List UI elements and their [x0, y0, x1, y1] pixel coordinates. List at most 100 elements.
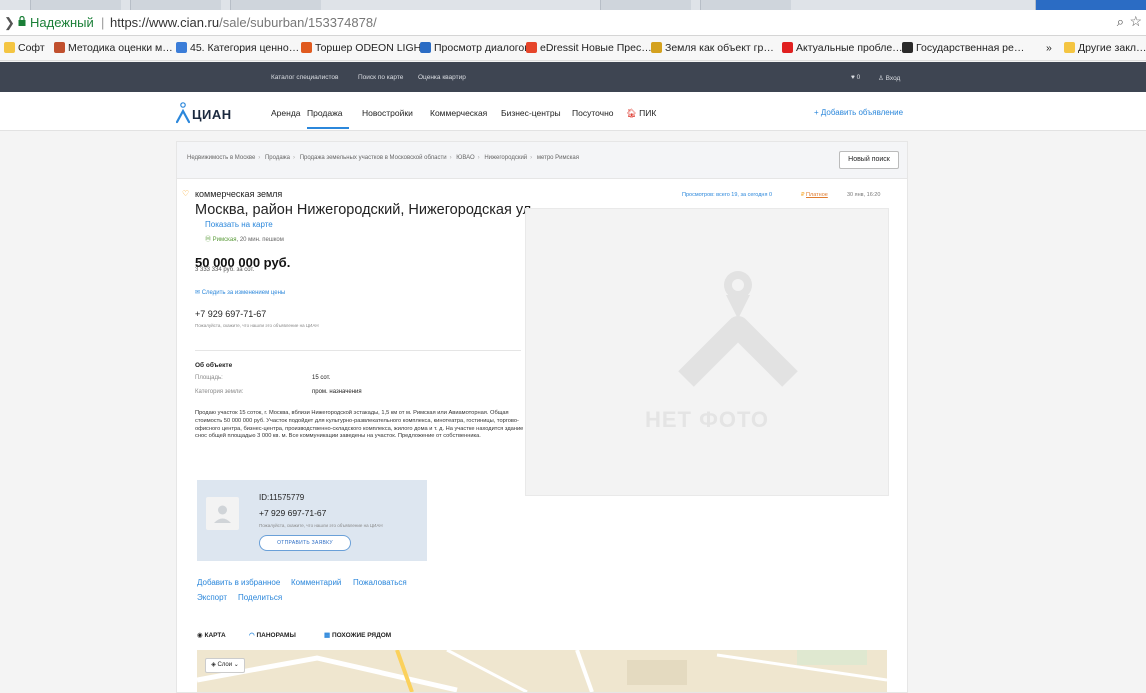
price-per-unit: 3 333 334 руб. за сот.	[195, 267, 255, 273]
bookmark-favicon-icon	[301, 42, 312, 53]
metro-info: Ⓜ Римская, 20 мин. пешком	[205, 234, 284, 243]
add-listing-link[interactable]: + Добавить объявление	[814, 108, 903, 117]
browser-tab[interactable]	[700, 0, 791, 10]
browser-tab-strip	[0, 0, 1146, 10]
bookmark-item[interactable]: Торшер ODEON LIGH…	[301, 42, 432, 54]
logo-icon	[175, 102, 191, 124]
site-top-bar: Каталог специалистов Поиск по карте Оцен…	[0, 62, 1146, 92]
phone-note: Пожалуйста, скажите, что нашли это объяв…	[195, 323, 319, 328]
browser-tab[interactable]	[600, 0, 691, 10]
favorite-heart-icon[interactable]: ♡	[182, 189, 189, 198]
show-on-map-link[interactable]: Показать на карте	[205, 220, 273, 229]
bookmark-item[interactable]: Актуальные пробле…	[782, 42, 903, 54]
area-label: Площадь:	[195, 375, 223, 381]
topbar-link-catalog[interactable]: Каталог специалистов	[271, 74, 338, 81]
tab-nearby[interactable]: ▦ ПОХОЖИЕ РЯДОМ	[324, 631, 391, 639]
nav-business-centers[interactable]: Бизнес-центры	[501, 108, 561, 118]
bookmark-item[interactable]: Просмотр диалогов	[420, 42, 530, 54]
active-nav-indicator	[307, 127, 349, 129]
url-field[interactable]: https://www.cian.ru/sale/suburban/153374…	[110, 15, 377, 30]
site-nav: ЦИАН Аренда Продажа Новостройки Коммерче…	[0, 92, 1146, 131]
bookmark-favicon-icon	[526, 42, 537, 53]
address-separator: |	[101, 15, 105, 30]
photo-placeholder: НЕТ ФОТО	[525, 208, 889, 496]
listing-title: Москва, район Нижегородский, Нижегородск…	[195, 202, 536, 218]
listing-description: Продаю участок 15 соток, г. Москва, вбли…	[195, 410, 535, 440]
grid-icon: ▦	[324, 632, 332, 639]
browser-tab[interactable]	[230, 0, 321, 10]
map-view[interactable]: ◈ Слои ⌄	[197, 650, 887, 692]
bookmark-star-icon[interactable]: ☆	[1129, 13, 1142, 30]
back-icon[interactable]: ❯	[4, 15, 15, 31]
layers-dropdown[interactable]: ◈ Слои ⌄	[205, 658, 245, 673]
bookmark-item[interactable]: eDressit Новые Прес…	[526, 42, 652, 54]
nav-commercial[interactable]: Коммерческая	[430, 108, 487, 118]
contact-phone[interactable]: +7 929 697-71-67	[259, 508, 326, 518]
share-link[interactable]: Поделиться	[238, 593, 282, 602]
topbar-link-valuation[interactable]: Оценка квартир	[418, 74, 466, 81]
views-counter[interactable]: Просмотров: всего 19, за сегодня 0	[682, 192, 772, 198]
contact-id: ID:11575779	[259, 493, 305, 502]
breadcrumb-item[interactable]: ЮВАО	[456, 155, 474, 161]
bookmark-favicon-icon	[420, 42, 431, 53]
favorites-link[interactable]: ♥ 0	[851, 74, 860, 81]
land-category-value: пром. назначения	[312, 389, 362, 395]
mail-icon: ✉	[195, 290, 202, 296]
listing-category: коммерческая земля	[195, 189, 283, 199]
complain-link[interactable]: Пожаловаться	[353, 578, 407, 587]
breadcrumb-item[interactable]: Недвижимость в Москве	[187, 155, 255, 161]
bookmark-item[interactable]: Земля как объект гр…	[651, 42, 774, 54]
cian-logo[interactable]: ЦИАН	[175, 102, 231, 129]
nav-sale[interactable]: Продажа	[307, 108, 342, 118]
nav-rent[interactable]: Аренда	[271, 108, 301, 118]
price-watch-link[interactable]: ✉ Следить за изменением цены	[195, 289, 285, 296]
metro-time: , 20 мин. пешком	[236, 237, 284, 243]
user-placeholder-icon	[214, 505, 231, 523]
bookmark-item[interactable]: 45. Категория ценно…	[176, 42, 299, 54]
breadcrumb-item[interactable]: Продажа земельных участков в Московской …	[300, 155, 447, 161]
breadcrumb-item[interactable]: Нижегородский	[484, 155, 527, 161]
nav-pik[interactable]: 🏠︎ ПИК	[626, 108, 656, 119]
bookmark-item[interactable]: Государственная ре…	[902, 42, 1024, 54]
bookmark-item[interactable]: Софт	[4, 42, 45, 54]
bookmark-item[interactable]: Методика оценки м…	[54, 42, 173, 54]
nav-daily[interactable]: Посуточно	[572, 108, 614, 118]
secure-label: Надежный	[30, 15, 94, 30]
nav-new-buildings[interactable]: Новостройки	[362, 108, 413, 118]
send-request-button[interactable]: ОТПРАВИТЬ ЗАЯВКУ	[259, 535, 351, 551]
breadcrumb-item[interactable]: метро Римская	[537, 155, 579, 161]
bookmark-favicon-icon	[176, 42, 187, 53]
bookmark-favicon-icon	[902, 42, 913, 53]
bookmark-favicon-icon	[651, 42, 662, 53]
browser-tab[interactable]	[130, 0, 221, 10]
bookmark-item[interactable]: Другие закл…	[1064, 42, 1146, 54]
contact-note: Пожалуйста, скажите, что нашли это объяв…	[259, 523, 383, 528]
user-icon: ♙	[878, 75, 886, 82]
topbar-link-map-search[interactable]: Поиск по карте	[358, 74, 403, 81]
browser-tab-active[interactable]	[1035, 0, 1146, 10]
metro-icon: Ⓜ	[205, 237, 213, 243]
avatar	[206, 497, 239, 530]
breadcrumb-item[interactable]: Продажа	[265, 155, 290, 161]
breadcrumb: Недвижимость в Москве › Продажа › Продажа …	[187, 155, 580, 161]
bookmarks-overflow[interactable]: »	[1046, 42, 1052, 54]
metro-station: Римская	[212, 237, 237, 243]
phone-number[interactable]: +7 929 697-71-67	[195, 309, 266, 319]
bookmark-favicon-icon	[782, 42, 793, 53]
zoom-icon[interactable]: ⌕	[1117, 14, 1124, 30]
bookmark-favicon-icon	[54, 42, 65, 53]
address-bar: ❯ Надежный | https://www.cian.ru/sale/su…	[0, 10, 1146, 36]
export-link[interactable]: Экспорт	[197, 593, 227, 602]
login-link[interactable]: ♙ Вход	[878, 74, 900, 82]
comment-link[interactable]: Комментарий	[291, 578, 341, 587]
url-path: /sale/suburban/153374878/	[219, 15, 377, 30]
tab-map[interactable]: ◉ КАРТА	[197, 631, 226, 639]
add-to-favorites-link[interactable]: Добавить в избранное	[197, 578, 280, 587]
tab-panoramas[interactable]: ◠ ПАНОРАМЫ	[249, 631, 296, 639]
url-host: https://www.cian.ru	[110, 15, 220, 30]
new-search-button[interactable]: Новый поиск	[839, 151, 899, 169]
browser-tab[interactable]	[30, 0, 121, 10]
publish-date: 30 янв, 16:20	[847, 192, 881, 198]
lock-icon	[18, 16, 26, 26]
about-heading: Об объекте	[195, 362, 233, 369]
